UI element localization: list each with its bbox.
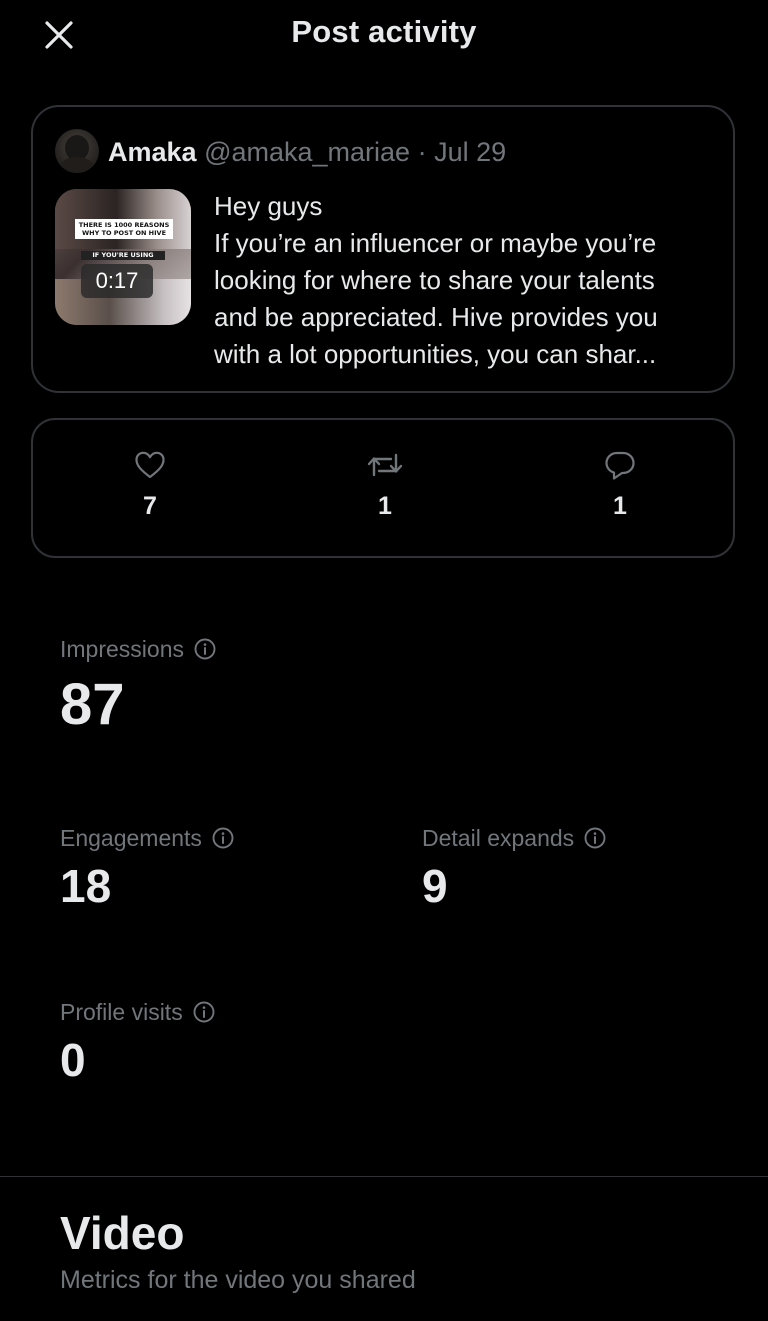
- detail-expands-label: Detail expands: [422, 824, 575, 851]
- engagements-label-row: Engagements: [60, 823, 234, 853]
- replies-count[interactable]: 1: [580, 450, 660, 521]
- reply-icon: [605, 451, 635, 480]
- repost-icon: [367, 453, 403, 477]
- post-text-line: If you’re an influencer or maybe you’re: [214, 228, 657, 258]
- engagements-label: Engagements: [60, 824, 202, 851]
- profile-visits-value: 0: [60, 1034, 86, 1086]
- post-text-line: Hey guys: [214, 191, 323, 221]
- impressions-metric: Impressions 87: [60, 634, 216, 734]
- info-icon[interactable]: [212, 827, 234, 849]
- header: Post activity: [0, 0, 768, 70]
- likes-value: 7: [143, 492, 157, 520]
- engagements-value: 18: [60, 860, 112, 912]
- heart-icon: [135, 451, 165, 479]
- video-thumbnail[interactable]: THERE IS 1000 REASONS WHY TO POST ON HIV…: [55, 189, 191, 325]
- info-icon[interactable]: [584, 827, 606, 849]
- info-icon[interactable]: [193, 1001, 215, 1023]
- impressions-label-row: Impressions: [60, 634, 216, 664]
- reposts-value: 1: [378, 492, 392, 520]
- info-icon[interactable]: [194, 638, 216, 660]
- post-date: Jul 29: [434, 137, 507, 167]
- replies-value: 1: [613, 492, 627, 520]
- page-title: Post activity: [291, 14, 477, 49]
- video-duration-badge: 0:17: [81, 264, 153, 298]
- reposts-count[interactable]: 1: [345, 450, 425, 521]
- engagements-metric: Engagements 18: [60, 823, 234, 909]
- avatar[interactable]: [55, 129, 99, 173]
- detail-expands-value: 9: [422, 860, 448, 912]
- impressions-value: 87: [60, 672, 125, 737]
- impressions-label: Impressions: [60, 635, 184, 662]
- author-handle: @amaka_mariae: [204, 137, 411, 167]
- detail-expands-label-row: Detail expands: [422, 823, 606, 853]
- post-text-line: with a lot opportunities, you can shar..…: [214, 339, 657, 369]
- video-section-subtitle: Metrics for the video you shared: [60, 1266, 416, 1294]
- thumbnail-caption-top: THERE IS 1000 REASONS WHY TO POST ON HIV…: [75, 219, 173, 239]
- separator-dot: ·: [417, 137, 427, 167]
- post-card[interactable]: Amaka @amaka_mariae · Jul 29 THERE IS 10…: [31, 105, 735, 393]
- engagement-counts-card: 7 1 1: [31, 418, 735, 558]
- post-text-line: looking for where to share your talents: [214, 265, 655, 295]
- post-author-line: Amaka @amaka_mariae · Jul 29: [108, 135, 506, 169]
- post-text: Hey guys If you’re an influencer or mayb…: [214, 188, 724, 373]
- profile-visits-metric: Profile visits 0: [60, 997, 215, 1083]
- section-divider: [0, 1176, 768, 1177]
- post-text-line: and be appreciated. Hive provides you: [214, 302, 658, 332]
- thumbnail-caption-bottom: IF YOU'RE USING: [81, 251, 165, 260]
- profile-visits-label: Profile visits: [60, 998, 183, 1025]
- video-section-title: Video: [60, 1207, 185, 1259]
- detail-expands-metric: Detail expands 9: [422, 823, 606, 909]
- author-name[interactable]: Amaka: [108, 137, 197, 167]
- profile-visits-label-row: Profile visits: [60, 997, 215, 1027]
- likes-count[interactable]: 7: [110, 450, 190, 521]
